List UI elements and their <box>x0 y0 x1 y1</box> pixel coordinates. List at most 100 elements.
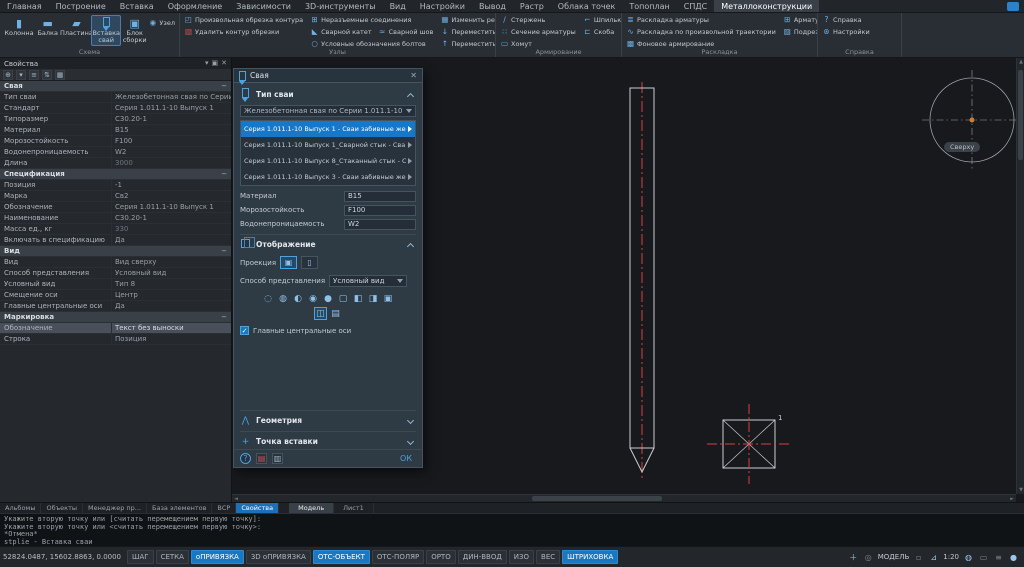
pin-button[interactable]: ⌐ Шпилька <box>583 15 621 24</box>
expand-chevron-icon[interactable] <box>406 416 415 425</box>
field-input[interactable]: F100 <box>344 204 416 216</box>
checkbox-checked-icon[interactable]: ✓ <box>240 326 249 335</box>
ribbon-tab[interactable]: Растр <box>513 0 551 12</box>
rebar-section-button[interactable]: ∷ Сечение арматуры <box>500 27 576 36</box>
property-row[interactable]: Условный вид Тип 8 <box>0 279 231 290</box>
help-icon[interactable]: ? <box>240 453 251 464</box>
status-toggle[interactable]: ШАГ <box>127 550 154 564</box>
annotation-scale[interactable]: 1:20 <box>943 553 959 561</box>
representation-style-icon[interactable]: ◉ <box>307 292 320 305</box>
space-mode-label[interactable]: МОДЕЛЬ <box>878 553 910 561</box>
property-value[interactable]: Центр <box>112 291 231 299</box>
rebar-mesh-button[interactable]: ⊞ Арматурная сетка <box>783 15 817 24</box>
ribbon-tab[interactable]: Металлоконструкции <box>714 0 820 12</box>
property-row[interactable]: Главные центральные оси Да <box>0 301 231 312</box>
mesh-trim-button[interactable]: ▨ Подрезка сеток <box>783 27 817 36</box>
collapse-chevron-icon[interactable] <box>406 92 415 100</box>
representation-style-icon[interactable]: ▢ <box>337 292 350 305</box>
property-row[interactable]: Наименование С30.20-1 <box>0 213 231 224</box>
lock-icon[interactable]: ▫ <box>913 552 924 563</box>
property-row[interactable]: Позиция -1 <box>0 180 231 191</box>
property-value[interactable]: Текст без выноски <box>112 324 231 332</box>
quick-select-icon[interactable]: ▾ <box>16 69 26 80</box>
property-value[interactable]: Железобетонная свая по Серии 1... <box>112 93 231 101</box>
filter-icon[interactable]: ≡ <box>29 69 39 80</box>
property-row[interactable]: Длина 3000 <box>0 158 231 169</box>
scroll-right-arrow[interactable]: ► <box>1008 495 1016 502</box>
representation-style-icon[interactable]: ◌ <box>262 292 275 305</box>
collapse-chevron-icon[interactable] <box>406 242 415 250</box>
property-row[interactable]: Марка Св2 <box>0 191 231 202</box>
weld-fillet-button[interactable]: ◣ Сварной катет <box>310 27 372 36</box>
section-pile-type[interactable]: Тип сваи <box>240 87 416 102</box>
help-button[interactable]: ? Справка <box>822 15 897 24</box>
status-toggle[interactable]: ОТС-ОБЪЕКТ <box>312 550 370 564</box>
property-row[interactable]: Включать в спецификацию Да <box>0 235 231 246</box>
status-toggle[interactable]: оПРИВЯЗКА <box>190 550 244 564</box>
clamp-button[interactable]: ⊏ Скоба <box>583 27 621 36</box>
section-geometry[interactable]: ⋀ Геометрия <box>240 410 416 428</box>
horizontal-scrollbar[interactable]: ◄ ► <box>232 494 1016 502</box>
ribbon-tab[interactable]: Построение <box>49 0 113 12</box>
panel-tab[interactable]: ВСР <box>212 503 237 513</box>
field-input[interactable]: B15 <box>344 190 416 202</box>
property-row[interactable]: Вид Вид сверху <box>0 257 231 268</box>
property-row[interactable]: Маркировка <box>0 312 231 323</box>
horizontal-scroll-thumb[interactable] <box>532 496 662 501</box>
field-input[interactable]: W2 <box>344 218 416 230</box>
representation-style-icon[interactable]: ◍ <box>277 292 290 305</box>
move-down-button[interactable]: ↓ Переместить вниз <box>440 27 495 36</box>
property-value[interactable]: С30.20-1 <box>112 115 231 123</box>
ribbon-tab[interactable]: Вид <box>383 0 413 12</box>
stirrup-button[interactable]: ▭ Хомут <box>500 39 576 48</box>
panel-tab[interactable]: Свойства <box>236 503 280 513</box>
scroll-left-arrow[interactable]: ◄ <box>232 495 240 502</box>
rebar-layout-button[interactable]: ≣ Раскладка арматуры <box>626 15 776 24</box>
ribbon-tab[interactable]: Облака точек <box>551 0 623 12</box>
representation-select[interactable]: Условный вид <box>329 274 408 287</box>
representation-style-icon[interactable]: ▤ <box>329 307 342 320</box>
representation-style-icon[interactable]: ◐ <box>292 292 305 305</box>
ribbon-tab[interactable]: Топоплан <box>622 0 676 12</box>
scroll-down-arrow[interactable]: ▼ <box>1017 486 1024 494</box>
status-toggle[interactable]: ИЗО <box>508 550 535 564</box>
series-list-item[interactable]: Серия 1.011.1-10 Выпуск 8_Стаканный стык… <box>241 153 415 169</box>
ribbon-tab[interactable]: 3D-инструменты <box>298 0 383 12</box>
ribbon-tab[interactable]: Вставка <box>113 0 161 12</box>
representation-style-icon[interactable]: ◧ <box>352 292 365 305</box>
select-objects-icon[interactable]: ⊕ <box>3 69 13 80</box>
projection-front-button[interactable]: ▯ <box>301 256 319 269</box>
property-value[interactable]: -1 <box>112 181 231 189</box>
vertical-scroll-thumb[interactable] <box>1018 70 1023 160</box>
property-value[interactable]: Условный вид <box>112 269 231 277</box>
layout-tab[interactable]: Лист1 <box>334 503 374 513</box>
panel-tab[interactable]: База элементов <box>147 503 213 513</box>
property-row[interactable]: Смещение оси Центр <box>0 290 231 301</box>
property-value[interactable]: Серия 1.011.1-10 Выпуск 1 <box>112 104 231 112</box>
vertical-scrollbar[interactable]: ▲ ▼ <box>1016 58 1024 494</box>
series-list-item[interactable]: Серия 1.011.1-10 Выпуск 1 - Сваи забивны… <box>241 121 415 137</box>
representation-style-icon[interactable]: ● <box>322 292 335 305</box>
assembly-block-button[interactable]: ▣ Блок сборки <box>121 15 148 46</box>
projection-top-button[interactable]: ▣ <box>280 256 298 269</box>
custom-path-layout-button[interactable]: ∿ Раскладка по произвольной траектории <box>626 27 775 36</box>
property-value[interactable]: Да <box>112 302 231 310</box>
list-icon[interactable]: ≡ <box>993 552 1004 563</box>
property-row[interactable]: Обозначение Серия 1.011.1-10 Выпуск 1 <box>0 202 231 213</box>
status-toggle[interactable]: ОРТО <box>426 550 456 564</box>
property-value[interactable]: B15 <box>112 126 231 134</box>
property-row[interactable]: Материал B15 <box>0 125 231 136</box>
pile-family-combobox[interactable]: Железобетонная свая по Серии 1.011.1-10 <box>240 105 416 117</box>
property-row[interactable]: Спецификация <box>0 169 231 180</box>
ribbon-tab[interactable]: Зависимости <box>229 0 298 12</box>
overlap-mode-button[interactable]: ▦ Изменить режим перекрытия <box>440 15 495 24</box>
property-row[interactable]: Вид <box>0 246 231 257</box>
panel-tab[interactable]: Альбомы <box>0 503 42 513</box>
property-value[interactable]: 3000 <box>112 159 231 167</box>
section-insertion-point[interactable]: + Точка вставки <box>240 431 416 449</box>
property-row[interactable]: Обозначение Текст без выноски <box>0 323 231 334</box>
property-value[interactable]: W2 <box>112 148 231 156</box>
status-toggle[interactable]: ШТРИХОВКА <box>562 550 619 564</box>
property-row[interactable]: Тип сваи Железобетонная свая по Серии 1.… <box>0 92 231 103</box>
property-value[interactable]: Тип 8 <box>112 280 231 288</box>
